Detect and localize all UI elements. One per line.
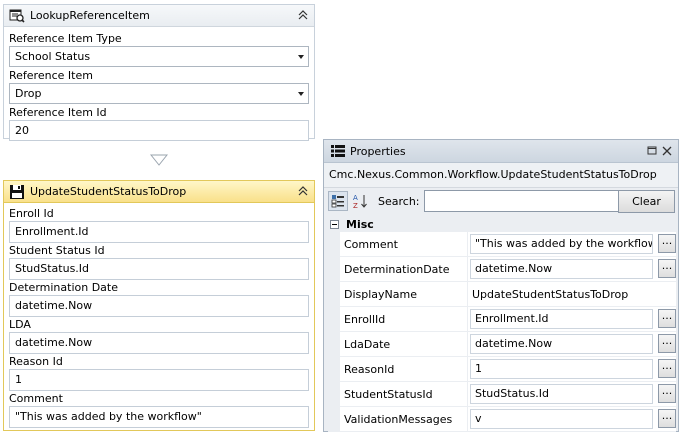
property-value[interactable]: datetime.Now xyxy=(470,259,653,279)
search-label: Search: xyxy=(378,194,420,208)
ellipsis-button[interactable]: ... xyxy=(658,234,676,253)
category-row-misc[interactable]: Misc xyxy=(328,216,676,232)
comment-input[interactable]: "This was added by the workflow" xyxy=(9,406,309,428)
property-value-cell[interactable]: "This was added by the workflow" ... xyxy=(468,232,676,256)
selected-type-name: Cmc.Nexus.Common.Workflow.UpdateStudentS… xyxy=(324,163,678,188)
property-value-cell[interactable]: v ... xyxy=(468,407,676,431)
properties-title: Properties xyxy=(350,144,406,158)
reason-id-input[interactable]: 1 xyxy=(9,369,309,391)
lda-input[interactable]: datetime.Now xyxy=(9,332,309,354)
property-name: StudentStatusId xyxy=(340,382,468,406)
property-value-cell[interactable]: 1 ... xyxy=(468,357,676,381)
reference-item-type-label: Reference Item Type xyxy=(9,32,122,45)
lookup-activity-title: LookupReferenceItem xyxy=(30,9,150,22)
reason-id-label: Reason Id xyxy=(9,355,63,368)
reference-item-label: Reference Item xyxy=(9,69,93,82)
property-name: EnrollId xyxy=(340,307,468,331)
property-value-cell[interactable]: Enrollment.Id ... xyxy=(468,307,676,331)
update-activity-header[interactable]: UpdateStudentStatusToDrop xyxy=(4,181,314,203)
ellipsis-button[interactable]: ... xyxy=(658,409,676,428)
collapse-minus-icon[interactable] xyxy=(330,219,339,229)
save-disk-icon xyxy=(9,184,25,200)
property-row-student-status-id[interactable]: StudentStatusId StudStatus.Id ... xyxy=(328,382,676,407)
property-value-cell[interactable]: datetime.Now ... xyxy=(468,257,676,281)
comment-label: Comment xyxy=(9,392,63,405)
property-row-display-name[interactable]: DisplayName UpdateStudentStatusToDrop xyxy=(328,282,676,307)
ellipsis-button[interactable]: ... xyxy=(658,259,676,278)
property-name: DeterminationDate xyxy=(340,257,468,281)
property-value-cell[interactable]: UpdateStudentStatusToDrop xyxy=(468,282,676,306)
property-row-lda-date[interactable]: LdaDate datetime.Now ... xyxy=(328,332,676,357)
row-gutter xyxy=(328,382,340,406)
svg-text:Z: Z xyxy=(353,202,358,209)
svg-text:A: A xyxy=(353,194,358,202)
row-gutter xyxy=(328,357,340,381)
student-status-id-label: Student Status Id xyxy=(9,244,105,257)
property-value[interactable]: Enrollment.Id xyxy=(470,309,653,329)
property-row-validation-messages[interactable]: ValidationMessages v ... xyxy=(328,407,676,432)
property-name: DisplayName xyxy=(340,282,468,306)
ellipsis-button[interactable]: ... xyxy=(658,384,676,403)
property-value[interactable]: datetime.Now xyxy=(470,334,653,354)
property-value[interactable]: 1 xyxy=(470,359,653,379)
lda-label: LDA xyxy=(9,318,31,331)
lookup-reference-item-activity[interactable]: LookupReferenceItem Reference Item Type … xyxy=(3,4,315,141)
row-gutter xyxy=(328,232,340,256)
properties-panel: Properties Cmc.Nexus.Common.Workflow.Upd… xyxy=(323,139,679,432)
clear-button[interactable]: Clear xyxy=(618,190,675,213)
update-student-status-activity[interactable]: UpdateStudentStatusToDrop Enroll Id Enro… xyxy=(3,180,315,431)
property-name: ReasonId xyxy=(340,357,468,381)
property-name: ValidationMessages xyxy=(340,407,468,431)
student-status-id-input[interactable]: StudStatus.Id xyxy=(9,258,309,280)
property-row-determination-date[interactable]: DeterminationDate datetime.Now ... xyxy=(328,257,676,282)
property-value[interactable]: StudStatus.Id xyxy=(470,384,653,404)
update-activity-title: UpdateStudentStatusToDrop xyxy=(30,185,187,198)
row-gutter xyxy=(328,407,340,431)
enroll-id-input[interactable]: Enrollment.Id xyxy=(9,221,309,243)
row-gutter xyxy=(328,307,340,331)
row-gutter xyxy=(328,332,340,356)
property-name: Comment xyxy=(340,232,468,256)
reference-item-select[interactable]: Drop xyxy=(9,83,309,104)
reference-item-type-value: School Status xyxy=(15,50,91,63)
reference-item-id-input[interactable]: 20 xyxy=(9,120,309,141)
dropdown-arrow-icon[interactable] xyxy=(298,55,304,59)
ellipsis-button[interactable]: ... xyxy=(658,359,676,378)
category-label: Misc xyxy=(346,217,374,231)
enroll-id-label: Enroll Id xyxy=(9,207,54,220)
reference-item-type-select[interactable]: School Status xyxy=(9,46,309,67)
row-gutter xyxy=(328,282,340,306)
ellipsis-button[interactable]: ... xyxy=(658,334,676,353)
property-value[interactable]: v xyxy=(470,409,653,429)
property-value-cell[interactable]: StudStatus.Id ... xyxy=(468,382,676,406)
row-gutter xyxy=(328,257,340,281)
close-icon[interactable] xyxy=(661,145,672,156)
property-row-reason-id[interactable]: ReasonId 1 ... xyxy=(328,357,676,382)
collapse-chevron-icon[interactable] xyxy=(296,8,310,22)
sort-alphabetical-icon[interactable]: A Z xyxy=(350,191,370,211)
properties-list-icon xyxy=(330,143,346,159)
dropdown-arrow-icon[interactable] xyxy=(298,92,304,96)
property-value[interactable]: UpdateStudentStatusToDrop xyxy=(468,288,628,301)
properties-title-bar[interactable]: Properties xyxy=(324,140,678,163)
property-grid: Misc Comment "This was added by the work… xyxy=(328,216,676,432)
properties-toolbar: A Z Search: Clear xyxy=(324,188,678,214)
determination-date-input[interactable]: datetime.Now xyxy=(9,295,309,317)
property-name: LdaDate xyxy=(340,332,468,356)
reference-item-id-label: Reference Item Id xyxy=(9,106,107,119)
ellipsis-button[interactable]: ... xyxy=(658,309,676,328)
property-row-enroll-id[interactable]: EnrollId Enrollment.Id ... xyxy=(328,307,676,332)
lookup-activity-header[interactable]: LookupReferenceItem xyxy=(4,5,314,27)
determination-date-label: Determination Date xyxy=(9,281,118,294)
property-row-comment[interactable]: Comment "This was added by the workflow"… xyxy=(328,232,676,257)
lookup-search-icon xyxy=(9,8,25,24)
search-input[interactable] xyxy=(423,190,620,212)
property-value[interactable]: "This was added by the workflow" xyxy=(470,234,653,254)
property-value-cell[interactable]: datetime.Now ... xyxy=(468,332,676,356)
categorized-view-icon[interactable] xyxy=(328,191,348,211)
reference-item-value: Drop xyxy=(15,87,42,100)
flow-connector-arrow-icon xyxy=(149,154,169,169)
maximize-icon[interactable] xyxy=(646,145,657,156)
collapse-chevron-icon[interactable] xyxy=(296,184,310,198)
